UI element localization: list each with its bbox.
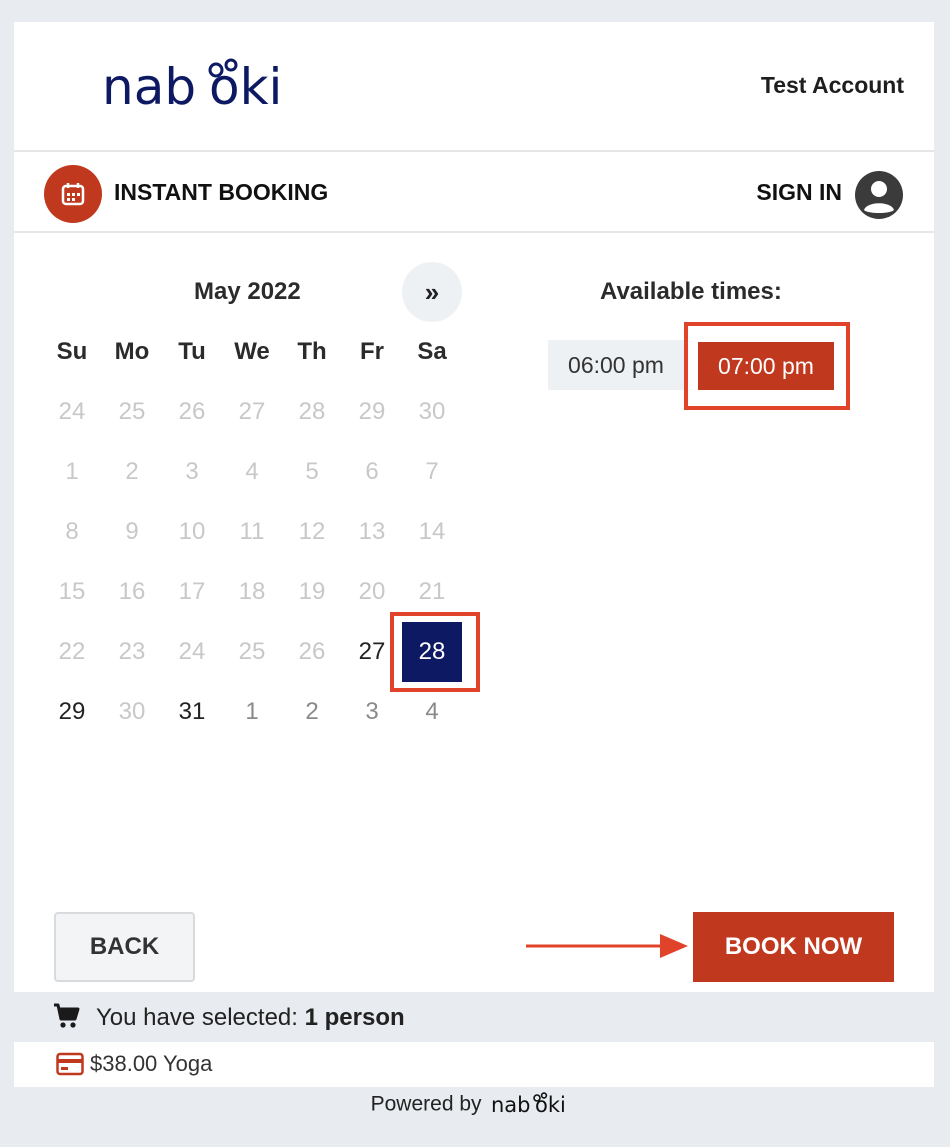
selected-time-highlight xyxy=(684,322,850,410)
calendar-day: 25 xyxy=(238,638,266,665)
calendar-day: 1 xyxy=(245,698,259,725)
calendar-day: 30 xyxy=(418,398,446,425)
calendar-day: 2 xyxy=(125,458,139,485)
calendar-day: 28 xyxy=(298,398,326,425)
weekday-header: Mo xyxy=(114,338,150,365)
calendar-day[interactable]: 31 xyxy=(162,682,222,742)
calendar-day: 14 xyxy=(418,518,446,545)
calendar-day: 13 xyxy=(358,518,386,545)
calendar-day: 26 xyxy=(178,398,206,425)
calendar-day: 3 xyxy=(185,458,199,485)
calendar-day: 10 xyxy=(178,518,206,545)
nabooki-logo: nab oki xyxy=(102,58,282,116)
back-button[interactable]: BACK xyxy=(54,912,195,982)
svg-text:nab: nab xyxy=(102,58,196,116)
calendar-day: 27 xyxy=(238,398,266,425)
weekday-header: Tu xyxy=(178,338,206,365)
header: nab oki Test Account xyxy=(14,22,934,152)
weekday-header: We xyxy=(234,338,270,365)
calendar-day: 24 xyxy=(178,638,206,665)
weekday-header: Th xyxy=(297,338,327,365)
calendar-day: 16 xyxy=(118,578,146,605)
calendar-day: 25 xyxy=(118,398,146,425)
svg-text:oki: oki xyxy=(209,58,282,116)
selected-date-highlight xyxy=(390,612,480,692)
svg-text:oki: oki xyxy=(535,1093,566,1117)
powered-by: Powered by nab oki xyxy=(0,1092,950,1122)
calendar-day: 1 xyxy=(65,458,79,485)
calendar-day: 12 xyxy=(298,518,326,545)
weekday-header: Su xyxy=(56,338,88,365)
calendar-day: 22 xyxy=(58,638,86,665)
price-text: $38.00 Yoga xyxy=(90,1051,213,1076)
calendar-day: 7 xyxy=(425,458,439,485)
cart-prefix: You have selected: xyxy=(96,1004,305,1031)
price-row: $38.00 Yoga xyxy=(14,1042,934,1087)
powered-by-text: Powered by xyxy=(370,1092,482,1116)
calendar-icon xyxy=(44,165,102,223)
nabooki-footer-logo: nab oki xyxy=(491,1092,566,1117)
instant-booking-title: INSTANT BOOKING xyxy=(114,179,329,205)
cart-text: You have selected: 1 person xyxy=(96,1004,405,1032)
calendar-day: 2 xyxy=(305,698,319,725)
calendar-day: 4 xyxy=(245,458,259,485)
calendar-day[interactable]: 29 xyxy=(42,682,102,742)
calendar-day: 5 xyxy=(305,458,319,485)
cart-icon xyxy=(54,1003,80,1028)
calendar-day: 17 xyxy=(178,578,206,605)
cart-summary: You have selected: 1 person xyxy=(0,992,950,1042)
credit-card-icon xyxy=(56,1052,84,1076)
calendar-day: 19 xyxy=(298,578,326,605)
next-month-button[interactable]: » xyxy=(402,262,462,322)
calendar-day: 6 xyxy=(365,458,379,485)
calendar-day: 18 xyxy=(238,578,266,605)
calendar-day: 15 xyxy=(58,578,86,605)
calendar-day: 8 xyxy=(65,518,79,545)
account-name[interactable]: Test Account xyxy=(761,72,904,99)
time-slot-0600pm[interactable]: 06:00 pm xyxy=(548,340,684,390)
calendar-day: 9 xyxy=(125,518,139,545)
calendar-day: 29 xyxy=(358,398,386,425)
calendar-day: 24 xyxy=(58,398,86,425)
arrow-annotation xyxy=(526,934,688,958)
available-times-title: Available times: xyxy=(600,278,782,305)
calendar-day: 30 xyxy=(118,698,146,725)
weekday-header: Sa xyxy=(417,338,447,365)
cart-count: 1 person xyxy=(304,1004,405,1031)
subbar: INSTANT BOOKING SIGN IN xyxy=(14,153,934,233)
calendar-day: 11 xyxy=(239,518,265,545)
weekday-header: Fr xyxy=(360,338,384,365)
calendar-day: 23 xyxy=(118,638,146,665)
user-icon[interactable] xyxy=(854,170,904,220)
book-now-button[interactable]: BOOK NOW xyxy=(693,912,894,982)
calendar-day: 26 xyxy=(298,638,326,665)
booking-card: nab oki Test Account INSTANT BOOKING SIG… xyxy=(14,22,934,992)
sign-in-link[interactable]: SIGN IN xyxy=(756,179,842,206)
svg-text:nab: nab xyxy=(491,1093,531,1117)
calendar-month: May 2022 xyxy=(194,278,301,305)
